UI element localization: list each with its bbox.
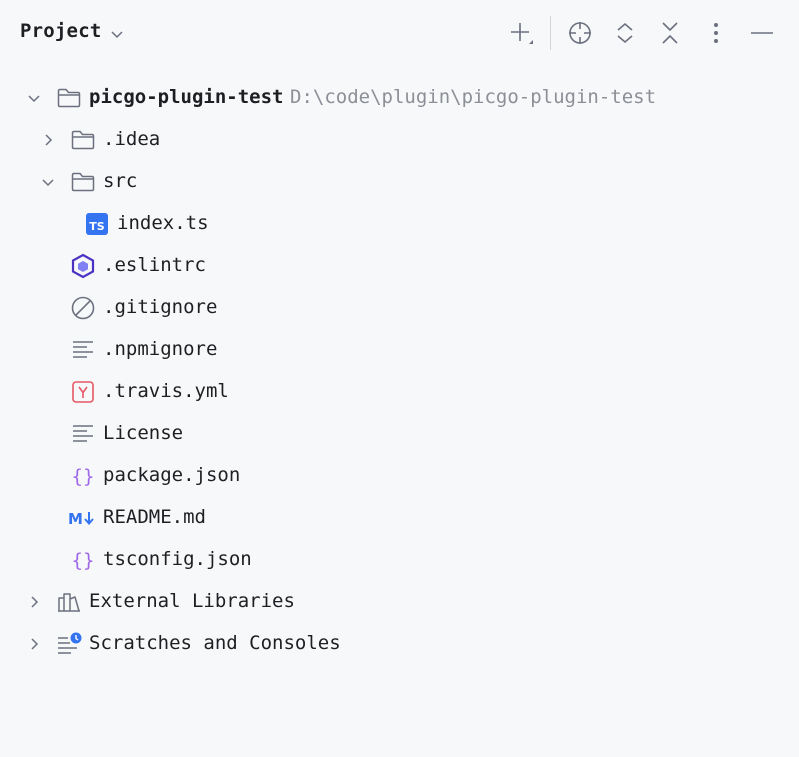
chevron-down-icon[interactable]: [39, 173, 57, 191]
project-path: D:\code\plugin\picgo-plugin-test: [290, 86, 657, 108]
new-file-button[interactable]: [505, 17, 537, 49]
chevron-right-icon[interactable]: [25, 635, 43, 653]
tree-item-label: Scratches and Consoles: [89, 632, 341, 654]
chevron-down-icon: [109, 25, 125, 41]
yaml-file-icon: [70, 379, 96, 405]
tree-item-npmignore[interactable]: .npmignore: [0, 329, 799, 371]
tree-item-label: .gitignore: [103, 296, 218, 318]
select-opened-file-button[interactable]: [564, 17, 596, 49]
folder-icon: [70, 169, 96, 195]
toolbar-separator: [550, 16, 551, 50]
chevron-down-icon[interactable]: [25, 89, 43, 107]
json-file-icon: {}: [70, 463, 96, 489]
hide-tool-window-button[interactable]: [746, 17, 778, 49]
tree-item-label: index.ts: [117, 212, 209, 234]
tree-item-scratches-and-consoles[interactable]: Scratches and Consoles: [0, 623, 799, 665]
page-title: Project: [20, 20, 102, 42]
expand-all-icon: [617, 22, 633, 44]
collapse-all-button[interactable]: [654, 17, 686, 49]
project-view-selector[interactable]: Project: [20, 20, 125, 42]
svg-text:{}: {}: [72, 466, 95, 488]
folder-icon: [56, 85, 82, 111]
tree-item-label: .travis.yml: [103, 380, 229, 402]
svg-text:M: M: [68, 510, 83, 528]
project-tool-window-header: Project: [0, 0, 799, 66]
target-icon: [569, 22, 591, 44]
expand-all-button[interactable]: [609, 17, 641, 49]
tree-item-tsconfig-json[interactable]: {} tsconfig.json: [0, 539, 799, 581]
tree-item-license[interactable]: License: [0, 413, 799, 455]
folder-icon: [70, 127, 96, 153]
eslint-icon: [70, 253, 96, 279]
tree-item-external-libraries[interactable]: External Libraries: [0, 581, 799, 623]
svg-text:{}: {}: [72, 550, 95, 572]
chevron-right-icon[interactable]: [39, 131, 57, 149]
tree-item-label: picgo-plugin-test: [89, 86, 284, 108]
tree-item-gitignore[interactable]: .gitignore: [0, 287, 799, 329]
json-file-icon: {}: [70, 547, 96, 573]
tree-item-label: .npmignore: [103, 338, 218, 360]
tree-item-label: tsconfig.json: [103, 548, 252, 570]
markdown-file-icon: M: [68, 505, 98, 531]
tree-item-src[interactable]: src: [0, 161, 799, 203]
text-file-icon: [70, 337, 96, 363]
text-file-icon: [70, 421, 96, 447]
tree-item-label: README.md: [103, 506, 206, 528]
minimize-icon: [751, 32, 773, 34]
tree-item-root[interactable]: picgo-plugin-test D:\code\plugin\picgo-p…: [0, 77, 799, 119]
tree-item-label: .idea: [103, 128, 161, 150]
tree-item-travis-yml[interactable]: .travis.yml: [0, 371, 799, 413]
tree-item-index-ts[interactable]: TS index.ts: [0, 203, 799, 245]
tree-item-label: License: [103, 422, 184, 444]
ignore-file-icon: [70, 295, 96, 321]
tree-item-label: package.json: [103, 464, 241, 486]
more-vertical-icon: [714, 23, 718, 43]
collapse-all-icon: [662, 22, 678, 44]
add-icon: [511, 23, 533, 44]
tree-item-label: External Libraries: [89, 590, 295, 612]
tree-item-readme-md[interactable]: M README.md: [0, 497, 799, 539]
tree-item-label: src: [103, 170, 138, 192]
tree-item-package-json[interactable]: {} package.json: [0, 455, 799, 497]
tree-item-label: .eslintrc: [103, 254, 206, 276]
svg-text:TS: TS: [89, 220, 105, 233]
library-icon: [56, 589, 82, 615]
options-menu-button[interactable]: [700, 17, 732, 49]
tree-item-eslintrc[interactable]: .eslintrc: [0, 245, 799, 287]
chevron-right-icon[interactable]: [25, 593, 43, 611]
tree-item-idea[interactable]: .idea: [0, 119, 799, 161]
scratches-icon: [56, 631, 82, 657]
typescript-file-icon: TS: [84, 211, 110, 237]
